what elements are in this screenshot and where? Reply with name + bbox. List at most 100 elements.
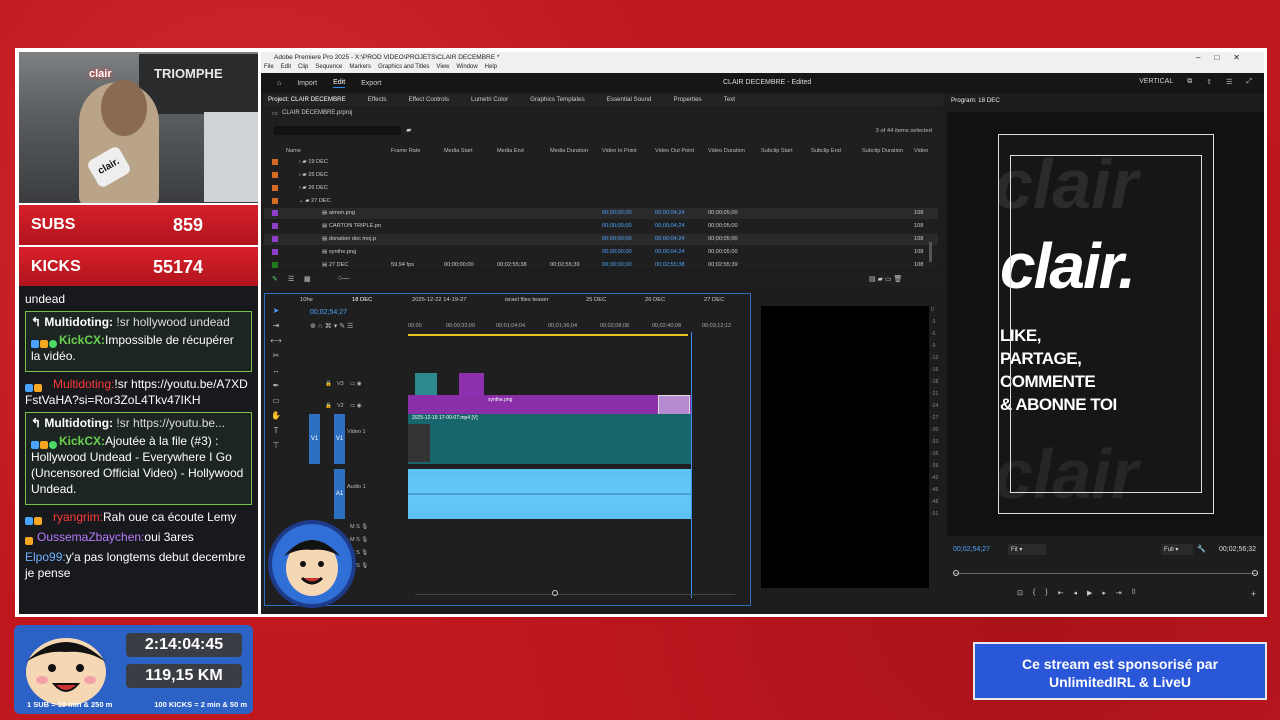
col-subclip-start[interactable]: Subclip Start — [761, 148, 793, 154]
workspaces-icon[interactable]: ☰ — [1226, 78, 1232, 86]
tab-properties[interactable]: Properties — [673, 96, 701, 104]
zoom-select[interactable]: Fit ▾ — [1008, 544, 1046, 555]
col-frame-rate[interactable]: Frame Rate — [391, 148, 421, 154]
clip-v1[interactable]: 2025-12-19 17-00-07.mp4 [V] — [408, 414, 691, 464]
tab-import[interactable]: Import — [297, 80, 317, 87]
zoom-slider-icon[interactable]: ○— — [338, 275, 349, 282]
new-bin-icon[interactable]: ▰ — [406, 126, 411, 134]
playhead[interactable] — [691, 332, 692, 598]
list-item[interactable]: ▤ synthe.png 00;00;00;00 00;00;04;24 00;00;… — [264, 247, 938, 258]
time-ruler[interactable]: 00;00 00;00;32;00 00;01;04;04 00;01;36;0… — [408, 322, 738, 334]
tab-edit[interactable]: Edit — [333, 79, 346, 88]
clip-v2[interactable]: synthe.png — [408, 395, 691, 415]
tab-effect-controls[interactable]: Effect Controls — [409, 96, 449, 104]
razor-icon[interactable]: ✂ — [273, 351, 280, 360]
search-input[interactable] — [274, 126, 401, 135]
work-area-bar[interactable] — [408, 334, 688, 336]
track-target-a1[interactable]: A1 — [334, 469, 345, 519]
sequence-tab[interactable]: 10he — [300, 297, 313, 303]
resolution-select[interactable]: Full ▾ — [1161, 544, 1193, 555]
slip-icon[interactable]: ↔ — [272, 366, 280, 375]
hand-icon[interactable]: ✋ — [271, 411, 281, 420]
sequence-tab[interactable]: 26 DEC — [645, 297, 665, 303]
ripple-icon[interactable]: ⟷ — [270, 336, 281, 345]
col-media-duration[interactable]: Media Duration — [550, 148, 588, 154]
scroll-handle[interactable] — [552, 590, 558, 596]
add-button-icon[interactable]: + — [1251, 589, 1256, 599]
menu-sequence[interactable]: Sequence — [315, 64, 342, 73]
share-icon[interactable]: ⇪ — [1206, 78, 1212, 86]
pencil-icon[interactable]: ✎ — [272, 275, 278, 283]
tab-project[interactable]: Project: CLAIR DECEMBRE — [268, 96, 346, 104]
type-tool-icon[interactable]: T — [274, 426, 279, 435]
list-view-icon[interactable]: ☰ — [288, 275, 294, 283]
menu-edit[interactable]: Edit — [281, 64, 291, 73]
source-patch-v1[interactable]: V1 — [309, 414, 320, 464]
go-to-in-icon[interactable]: ⇤ — [1058, 589, 1064, 597]
horizontal-scrollbar[interactable] — [415, 594, 735, 595]
list-item[interactable]: ⌄ ▰ 27 DEC — [264, 196, 938, 207]
menu-clip[interactable]: Clip — [298, 64, 308, 73]
list-item[interactable]: ▤ donation dec moj.p 00;00;00;00 00;00;04;… — [264, 234, 938, 245]
home-icon[interactable]: ⌂ — [277, 80, 281, 87]
program-scrubber[interactable] — [953, 570, 1258, 578]
window-controls[interactable]: –□✕ — [1196, 53, 1254, 62]
program-screen[interactable]: clair clair clair. LIKE, PARTAGE, COMMEN… — [947, 112, 1264, 536]
list-item[interactable]: › ▰ 26 DEC — [264, 183, 938, 194]
menu-markers[interactable]: Markers — [349, 64, 371, 73]
sequence-tab[interactable]: 27 DEC — [704, 297, 724, 303]
list-item[interactable]: › ▰ 19 DEC — [264, 157, 938, 168]
list-item[interactable]: ▤ aimon.png 00;00;00;00 00;00;04;24 00;00;0… — [264, 208, 938, 219]
col-subclip-end[interactable]: Subclip End — [811, 148, 841, 154]
col-media-start[interactable]: Media Start — [444, 148, 473, 154]
workspace-label[interactable]: VERTICAL — [1139, 78, 1173, 86]
clip-v3[interactable] — [415, 373, 437, 395]
sequence-tab[interactable]: 2025-12-22 14-19-27 — [412, 297, 466, 303]
play-icon[interactable]: ▶ — [1087, 589, 1092, 597]
menu-window[interactable]: Window — [456, 64, 477, 73]
timeline-options-icon[interactable]: ⊕ ∩ ⌘ ▾ ✎ ☰ — [310, 322, 353, 330]
mark-in-icon[interactable]: { — [1033, 589, 1035, 597]
caption-icon[interactable]: ⊤ — [273, 441, 280, 450]
fullscreen-icon[interactable]: ⤢ — [1246, 78, 1252, 86]
timeline-timecode[interactable]: 00;02;54;27 — [310, 309, 347, 316]
go-to-out-icon[interactable]: ⇥ — [1116, 589, 1122, 597]
selection-tool-icon[interactable]: ➤ — [273, 306, 280, 315]
menu-file[interactable]: File — [264, 64, 274, 73]
tab-effects[interactable]: Effects — [368, 96, 387, 104]
list-item[interactable]: › ▰ 25 DEC — [264, 170, 938, 181]
safe-margins-icon[interactable]: ⊡ — [1017, 589, 1023, 597]
clip-v3[interactable] — [459, 373, 484, 395]
rectangle-icon[interactable]: ▭ — [272, 396, 280, 405]
program-timecode[interactable]: 00;02;54;27 — [953, 546, 990, 553]
mark-out-icon[interactable]: } — [1045, 589, 1047, 597]
tab-lumetri[interactable]: Lumetri Color — [471, 96, 508, 104]
list-item[interactable]: ▤ 27 DEC 59,94 fps 00;00;00;00 00;02;55;38 0… — [264, 260, 938, 271]
col-video-out[interactable]: Video Out Point — [655, 148, 694, 154]
track-select-icon[interactable]: ⇥ — [273, 321, 280, 330]
col-video-duration[interactable]: Video Duration — [708, 148, 745, 154]
camera-icon[interactable]: ⌷ — [1132, 589, 1136, 597]
col-subclip-duration[interactable]: Subclip Duration — [862, 148, 903, 154]
quick-export-icon[interactable]: ⧉ — [1187, 78, 1192, 86]
col-name[interactable]: Name — [286, 148, 301, 154]
menu-help[interactable]: Help — [485, 64, 497, 73]
sequence-tab[interactable]: israel files teaser — [505, 297, 549, 303]
clip-v2[interactable] — [658, 395, 690, 415]
list-item[interactable]: ▤ CARTON TRIPLE.pn 00;00;00;00 00;00;04;24… — [264, 221, 938, 232]
scrollbar[interactable] — [929, 242, 932, 262]
step-back-icon[interactable]: ◂ — [1073, 589, 1077, 597]
tab-export[interactable]: Export — [361, 80, 381, 87]
track-target-v1[interactable]: V1 — [334, 414, 345, 464]
sequence-tab[interactable]: 25 DEC — [586, 297, 606, 303]
col-video[interactable]: Video — [914, 148, 928, 154]
new-item-icon[interactable]: ▤ ▰ ▭ 🗑 — [869, 275, 902, 283]
tab-essential-sound[interactable]: Essential Sound — [607, 96, 652, 104]
col-video-in[interactable]: Video In Point — [602, 148, 637, 154]
tab-graphics-templates[interactable]: Graphics Templates — [530, 96, 585, 104]
pen-icon[interactable]: ✒ — [273, 381, 280, 390]
menu-graphics[interactable]: Graphics and Titles — [378, 64, 429, 73]
tab-text[interactable]: Text — [724, 96, 735, 104]
col-media-end[interactable]: Media End — [497, 148, 524, 154]
wrench-icon[interactable]: 🔧 — [1197, 545, 1206, 553]
